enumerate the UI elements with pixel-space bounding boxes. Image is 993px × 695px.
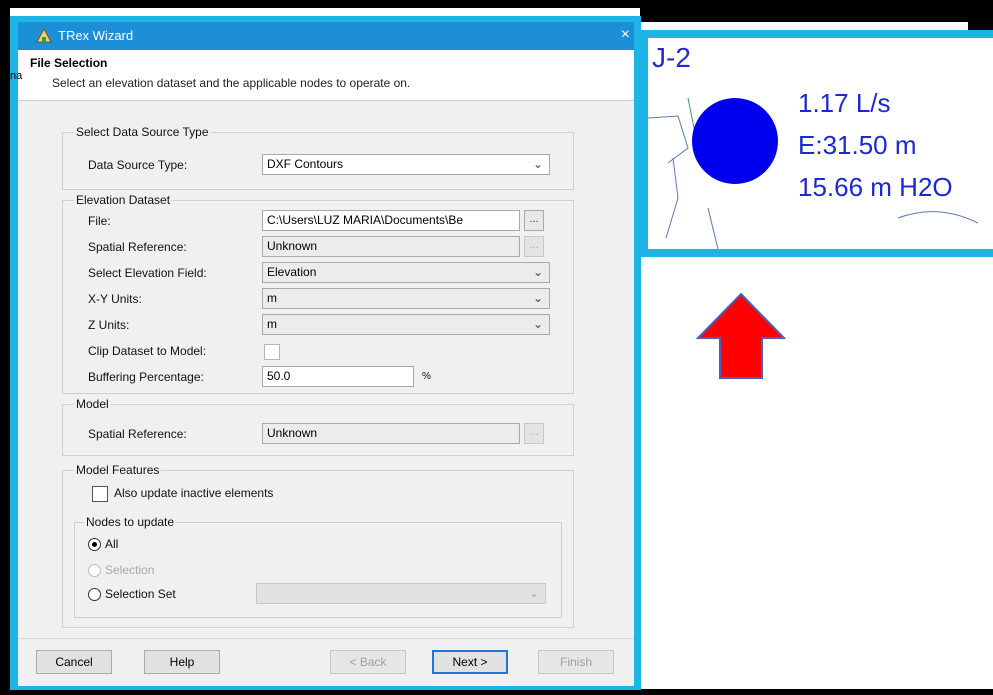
node-zoom-panel: J-2 1.17 L/s E:31.50 m 15.66 m H2O: [648, 38, 993, 249]
radio-selected-dot: [92, 542, 97, 547]
buffering-percentage-label: Buffering Percentage:: [88, 370, 204, 384]
wizard-header: File Selection Select an elevation datas…: [18, 50, 634, 101]
model-spatial-reference-field: Unknown: [262, 423, 520, 444]
spatial-reference-label: Spatial Reference:: [88, 240, 187, 254]
z-units-label: Z Units:: [88, 318, 130, 332]
z-units-select[interactable]: m ⌄: [262, 314, 550, 335]
percent-unit-label: %: [422, 371, 431, 382]
data-source-type-label: Data Source Type:: [88, 158, 188, 172]
selection-set-select[interactable]: ⌄: [256, 583, 546, 604]
screen-border-strip: [640, 8, 993, 22]
red-up-arrow-icon: [696, 292, 786, 379]
node-id-label: J-2: [652, 42, 691, 73]
cancel-button[interactable]: Cancel: [36, 650, 112, 674]
buffering-percentage-input[interactable]: 50.0: [262, 366, 414, 387]
chevron-down-icon: ⌄: [532, 317, 543, 331]
node-pressure-text: 15.66 m H2O: [798, 172, 953, 202]
radio-selection-label: Selection: [105, 563, 155, 577]
model-features-group-title: Model Features: [74, 463, 162, 477]
radio-selection-set[interactable]: [88, 588, 101, 601]
next-button[interactable]: Next >: [432, 650, 508, 674]
xy-units-value: m: [267, 291, 277, 305]
help-button[interactable]: Help: [144, 650, 220, 674]
nodes-to-update-title: Nodes to update: [84, 515, 177, 529]
chevron-down-icon: ⌄: [532, 265, 543, 279]
dialog-titlebar[interactable]: TRex Wizard ×: [18, 22, 634, 50]
data-source-group-title: Select Data Source Type: [74, 125, 211, 139]
dialog-title: TRex Wizard: [58, 28, 134, 43]
update-inactive-label: Also update inactive elements: [114, 486, 274, 500]
data-source-type-select[interactable]: DXF Contours ⌄: [262, 154, 550, 175]
elevation-field-select[interactable]: Elevation ⌄: [262, 262, 550, 283]
xy-units-select[interactable]: m ⌄: [262, 288, 550, 309]
model-group-title: Model: [74, 397, 111, 411]
chevron-down-icon: ⌄: [532, 291, 543, 305]
model-spatial-reference-label: Spatial Reference:: [88, 427, 187, 441]
trex-app-icon: [36, 28, 52, 43]
elevation-dataset-group-title: Elevation Dataset: [74, 193, 173, 207]
chevron-down-icon: ⌄: [528, 586, 539, 600]
back-button[interactable]: < Back: [330, 650, 406, 674]
spatial-reference-field: Unknown: [262, 236, 520, 257]
elevation-field-label: Select Elevation Field:: [88, 266, 207, 280]
footer-divider: [18, 638, 634, 639]
clip-dataset-label: Clip Dataset to Model:: [88, 344, 207, 358]
file-label: File:: [88, 214, 111, 228]
file-path-input[interactable]: C:\Users\LUZ MARIA\Documents\Be: [262, 210, 520, 231]
browse-file-button[interactable]: ...: [524, 210, 544, 231]
update-inactive-checkbox[interactable]: [92, 486, 108, 502]
screen-border-top: [0, 0, 993, 8]
xy-units-label: X-Y Units:: [88, 292, 142, 306]
page-subtitle: Select an elevation dataset and the appl…: [52, 76, 411, 90]
z-units-value: m: [267, 317, 277, 331]
radio-all-label: All: [105, 537, 119, 551]
radio-selection: [88, 564, 101, 577]
radio-selection-set-label: Selection Set: [105, 587, 176, 601]
finish-button[interactable]: Finish: [538, 650, 614, 674]
model-spatial-reference-browse-button[interactable]: ...: [524, 423, 544, 444]
trex-wizard-dialog: TRex Wizard × File Selection Select an e…: [10, 22, 634, 686]
data-source-type-value: DXF Contours: [267, 157, 344, 171]
screen-border-corner: [968, 0, 993, 30]
screen-border-left: [0, 0, 10, 695]
page-title: File Selection: [30, 56, 108, 70]
spatial-reference-browse-button[interactable]: ...: [524, 236, 544, 257]
node-flow-text: 1.17 L/s: [798, 88, 891, 118]
chevron-down-icon: ⌄: [532, 157, 543, 171]
close-icon[interactable]: ×: [621, 26, 630, 44]
radio-all[interactable]: [88, 538, 101, 551]
node-elevation-text: E:31.50 m: [798, 130, 917, 160]
clip-dataset-checkbox[interactable]: [264, 344, 280, 360]
elevation-field-value: Elevation: [267, 265, 317, 279]
background-window-text: na: [10, 70, 23, 82]
junction-node-marker: [692, 98, 778, 184]
